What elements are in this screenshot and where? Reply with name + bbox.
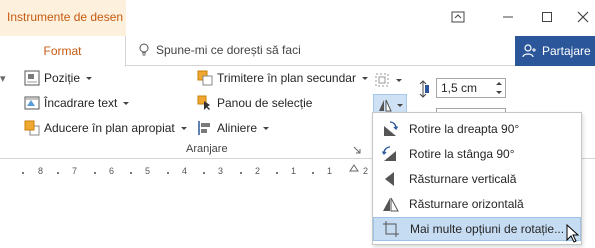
menu-item-label: Mai multe opțiuni de rotație... [410, 222, 565, 236]
ruler-tick [94, 172, 96, 174]
tab-format-label: Format [43, 44, 82, 58]
group-label-arrange: Aranjare [186, 143, 228, 155]
ruler-number: 5 [145, 166, 151, 176]
group-objects-button[interactable] [374, 70, 402, 90]
selection-pane-icon [197, 95, 210, 110]
shape-height-icon [419, 80, 429, 98]
menu-item-flip-vertical[interactable]: Răsturnare verticală [373, 167, 581, 191]
ruler-number: 7 [72, 166, 78, 176]
person-add-icon [522, 44, 536, 58]
flip-horizontal-icon [383, 197, 399, 212]
bring-forward-button[interactable]: Aducere în plan apropiat [24, 118, 187, 138]
ruler-tick [130, 172, 132, 174]
align-button[interactable]: Aliniere [197, 118, 270, 138]
dialog-launcher-icon[interactable] [353, 146, 361, 154]
ruler-number: 6 [109, 166, 115, 176]
menu-item-label: Răsturnare orizontală [409, 197, 524, 211]
contextual-tab-group: Instrumente de desen [0, 0, 126, 36]
ruler-tick [57, 172, 59, 174]
tell-me-placeholder: Spune-mi ce dorești să faci [156, 43, 301, 57]
mouse-pointer-icon [566, 224, 580, 243]
title-bar: Instrumente de desen [0, 0, 595, 36]
ruler-tick [167, 172, 169, 174]
menu-item-more-rotation-options[interactable]: Mai multe opțiuni de rotație... [373, 217, 581, 241]
ruler-number: 3 [218, 166, 224, 176]
wrap-text-button[interactable]: Încadrare text [24, 93, 130, 113]
chevron-down-icon [397, 103, 403, 107]
ruler-number: 1 [291, 166, 297, 176]
minimize-button[interactable] [496, 6, 520, 28]
ruler-number: 2 [255, 166, 261, 176]
ruler-tick [203, 172, 205, 174]
rotate-icon [379, 99, 392, 112]
ruler-tick [312, 172, 314, 174]
minimize-icon [503, 16, 513, 18]
chevron-down-icon [86, 76, 93, 80]
ruler-number: 1 [327, 166, 333, 176]
ribbon-tab-row: Format Spune-mi ce dorești să faci [0, 36, 595, 67]
rotate-right-icon [384, 121, 399, 136]
ruler-tick [240, 172, 242, 174]
chevron-down-icon [180, 126, 187, 130]
menu-item-rotate-right[interactable]: Rotire la dreapta 90° [373, 117, 581, 141]
position-icon [24, 70, 40, 86]
chevron-down-icon [263, 126, 270, 130]
menu-item-flip-horizontal[interactable]: Răsturnare orizontală [373, 192, 581, 216]
shape-height-input[interactable]: 1,5 cm [436, 78, 506, 98]
ruler-number: 2 [363, 166, 369, 176]
selection-pane-label: Panou de selecție [217, 96, 313, 110]
ruler-tick [276, 172, 278, 174]
menu-item-label: Rotire la dreapta 90° [409, 122, 520, 136]
menu-item-label: Răsturnare verticală [409, 172, 517, 186]
ruler-number: 8 [38, 166, 44, 176]
wrap-text-label: Încadrare text [44, 96, 118, 110]
bring-forward-label: Aducere în plan apropiat [44, 121, 175, 135]
send-backward-icon [197, 70, 213, 86]
maximize-icon [542, 12, 552, 22]
chevron-down-icon [123, 101, 130, 105]
rotate-dropdown-menu: Rotire la dreapta 90° Rotire la stânga 9… [372, 112, 582, 245]
ruler-tick [22, 172, 24, 174]
tab-format[interactable]: Format [0, 36, 126, 67]
close-icon [577, 11, 589, 23]
close-button[interactable] [571, 6, 595, 28]
maximize-button[interactable] [535, 6, 559, 28]
ruler-number: 4 [182, 166, 188, 176]
group-objects-icon [375, 73, 389, 87]
ribbon-display-icon [451, 11, 465, 23]
spin-up-icon [496, 82, 502, 85]
send-backward-button[interactable]: Trimitere în plan secundar [197, 68, 368, 88]
menu-item-label: Rotire la stânga 90° [409, 147, 515, 161]
selection-pane-button[interactable]: Panou de selecție [197, 93, 312, 113]
more-rotation-options-icon [383, 221, 399, 237]
tell-me-box[interactable]: Spune-mi ce dorești să faci [138, 43, 301, 57]
previous-group-caret: ▾ [0, 73, 6, 85]
send-backward-label: Trimitere în plan secundar [217, 71, 356, 85]
spin-down-icon [496, 91, 502, 94]
ribbon-display-options-button[interactable] [446, 6, 470, 28]
align-icon [198, 121, 210, 135]
position-button[interactable]: Poziție [24, 68, 93, 88]
wrap-text-icon [24, 96, 40, 110]
indent-marker-icon[interactable] [349, 164, 359, 172]
chevron-down-icon [361, 76, 368, 80]
rotate-left-icon [381, 146, 396, 161]
shape-height-value: 1,5 cm [441, 81, 478, 95]
menu-item-rotate-left[interactable]: Rotire la stânga 90° [373, 142, 581, 166]
contextual-tab-label: Instrumente de desen [7, 10, 124, 24]
height-spinner[interactable] [493, 79, 505, 97]
share-button[interactable]: Partajare [515, 36, 595, 66]
bring-forward-icon [24, 120, 40, 136]
lightbulb-icon [139, 43, 149, 56]
flip-vertical-icon [385, 172, 394, 186]
share-label: Partajare [542, 44, 591, 58]
align-label: Aliniere [217, 121, 258, 135]
position-label: Poziție [44, 71, 81, 85]
chevron-down-icon [396, 78, 402, 82]
